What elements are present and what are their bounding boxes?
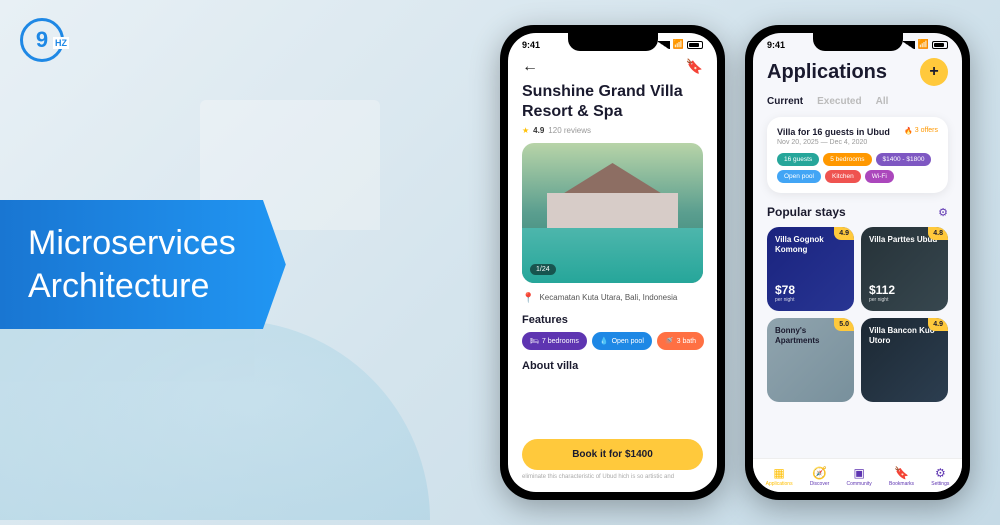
- tag-bedrooms: 5 bedrooms: [823, 153, 871, 166]
- filter-icon[interactable]: ⚙: [938, 206, 948, 219]
- location-text: Kecamatan Kuta Utara, Bali, Indonesia: [539, 293, 677, 302]
- rating-value: 4.9: [533, 126, 544, 135]
- stay-grid: 4.9 Villa Gognok Komong $78per night 4.8…: [767, 227, 948, 402]
- stay-price: $112per night: [869, 283, 895, 303]
- rating-row: ★ 4.9 120 reviews: [522, 126, 703, 135]
- tag-row: 16 guests 5 bedrooms $1400 - $1800 Open …: [777, 153, 938, 183]
- popular-heading: Popular stays: [767, 205, 846, 219]
- stay-rating: 4.9: [834, 227, 854, 240]
- wifi-icon: 📶: [918, 39, 929, 50]
- star-icon: ★: [522, 126, 529, 135]
- nav-settings[interactable]: ⚙Settings: [931, 466, 949, 487]
- status-time: 9:41: [767, 40, 785, 50]
- tag-pool: Open pool: [777, 170, 821, 183]
- battery-icon: [932, 41, 948, 49]
- tag-kitchen: Kitchen: [825, 170, 861, 183]
- stay-card[interactable]: 4.8 Villa Parttes Ubud $112per night: [861, 227, 948, 311]
- tag-guests: 16 guests: [777, 153, 819, 166]
- card-dates: Nov 20, 2025 — Dec 4, 2020: [777, 139, 938, 146]
- wifi-icon: 📶: [673, 39, 684, 50]
- back-button[interactable]: ←: [522, 58, 538, 76]
- stay-card[interactable]: 4.9 Villa Gognok Komong $78per night: [767, 227, 854, 311]
- stay-card[interactable]: 4.9 Villa Bancon Kuo Utoro: [861, 318, 948, 402]
- tab-all[interactable]: All: [876, 96, 889, 107]
- feature-pool: 💧Open pool: [592, 332, 652, 350]
- about-heading: About villa: [522, 360, 703, 372]
- feature-pills: 🛏7 bedrooms 💧Open pool 🚿3 bath: [522, 332, 703, 350]
- bookmark-icon[interactable]: 🔖: [686, 58, 703, 76]
- tag-wifi: Wi-Fi: [865, 170, 894, 183]
- battery-icon: [687, 41, 703, 49]
- about-snippet: eliminate this characteristic of Ubud hi…: [522, 474, 703, 482]
- tab-current[interactable]: Current: [767, 96, 803, 107]
- nav-bookmarks[interactable]: 🔖Bookmarks: [889, 466, 914, 487]
- stay-rating: 4.9: [928, 318, 948, 331]
- brand-logo: 9 HZ: [20, 18, 70, 68]
- tab-executed[interactable]: Executed: [817, 96, 861, 107]
- phone-mockup-detail: 9:41 📶 ← 🔖 Sunshine Grand Villa Resort &…: [500, 25, 725, 500]
- image-counter: 1/24: [530, 264, 556, 275]
- add-button[interactable]: +: [920, 58, 948, 86]
- stay-card[interactable]: 5.0 Bonny's Apartments: [767, 318, 854, 402]
- stay-rating: 4.8: [928, 227, 948, 240]
- phone-notch: [568, 33, 658, 51]
- phone-notch: [813, 33, 903, 51]
- nav-community[interactable]: ▣Community: [847, 466, 872, 487]
- page-title: Applications: [767, 61, 887, 84]
- tab-row: Current Executed All: [767, 96, 948, 107]
- title-banner: Microservices Architecture: [0, 200, 286, 329]
- stay-price: $78per night: [775, 283, 795, 303]
- card-title: Villa for 16 guests in Ubud: [777, 127, 890, 137]
- property-image[interactable]: 1/24: [522, 143, 703, 283]
- tag-price: $1400 - $1800: [876, 153, 932, 166]
- reviews-count: 120 reviews: [548, 126, 591, 135]
- signal-icon: [903, 41, 915, 49]
- feature-bath: 🚿3 bath: [657, 332, 704, 350]
- offers-badge: 🔥3 offers: [904, 127, 938, 135]
- property-title: Sunshine Grand Villa Resort & Spa: [522, 82, 703, 122]
- nav-discover[interactable]: 🧭Discover: [810, 466, 829, 487]
- feature-bedrooms: 🛏7 bedrooms: [522, 332, 587, 350]
- phone-mockup-applications: 9:41 📶 Applications + Current Executed A…: [745, 25, 970, 500]
- status-time: 9:41: [522, 40, 540, 50]
- bottom-nav: ▦Applications 🧭Discover ▣Community 🔖Book…: [753, 458, 962, 492]
- signal-icon: [658, 41, 670, 49]
- features-heading: Features: [522, 314, 703, 326]
- application-card[interactable]: Villa for 16 guests in Ubud 🔥3 offers No…: [767, 117, 948, 193]
- book-button[interactable]: Book it for $1400: [522, 439, 703, 470]
- pin-icon: 📍: [522, 293, 534, 304]
- nav-applications[interactable]: ▦Applications: [766, 466, 793, 487]
- location-row: 📍 Kecamatan Kuta Utara, Bali, Indonesia: [522, 293, 703, 304]
- stay-rating: 5.0: [834, 318, 854, 331]
